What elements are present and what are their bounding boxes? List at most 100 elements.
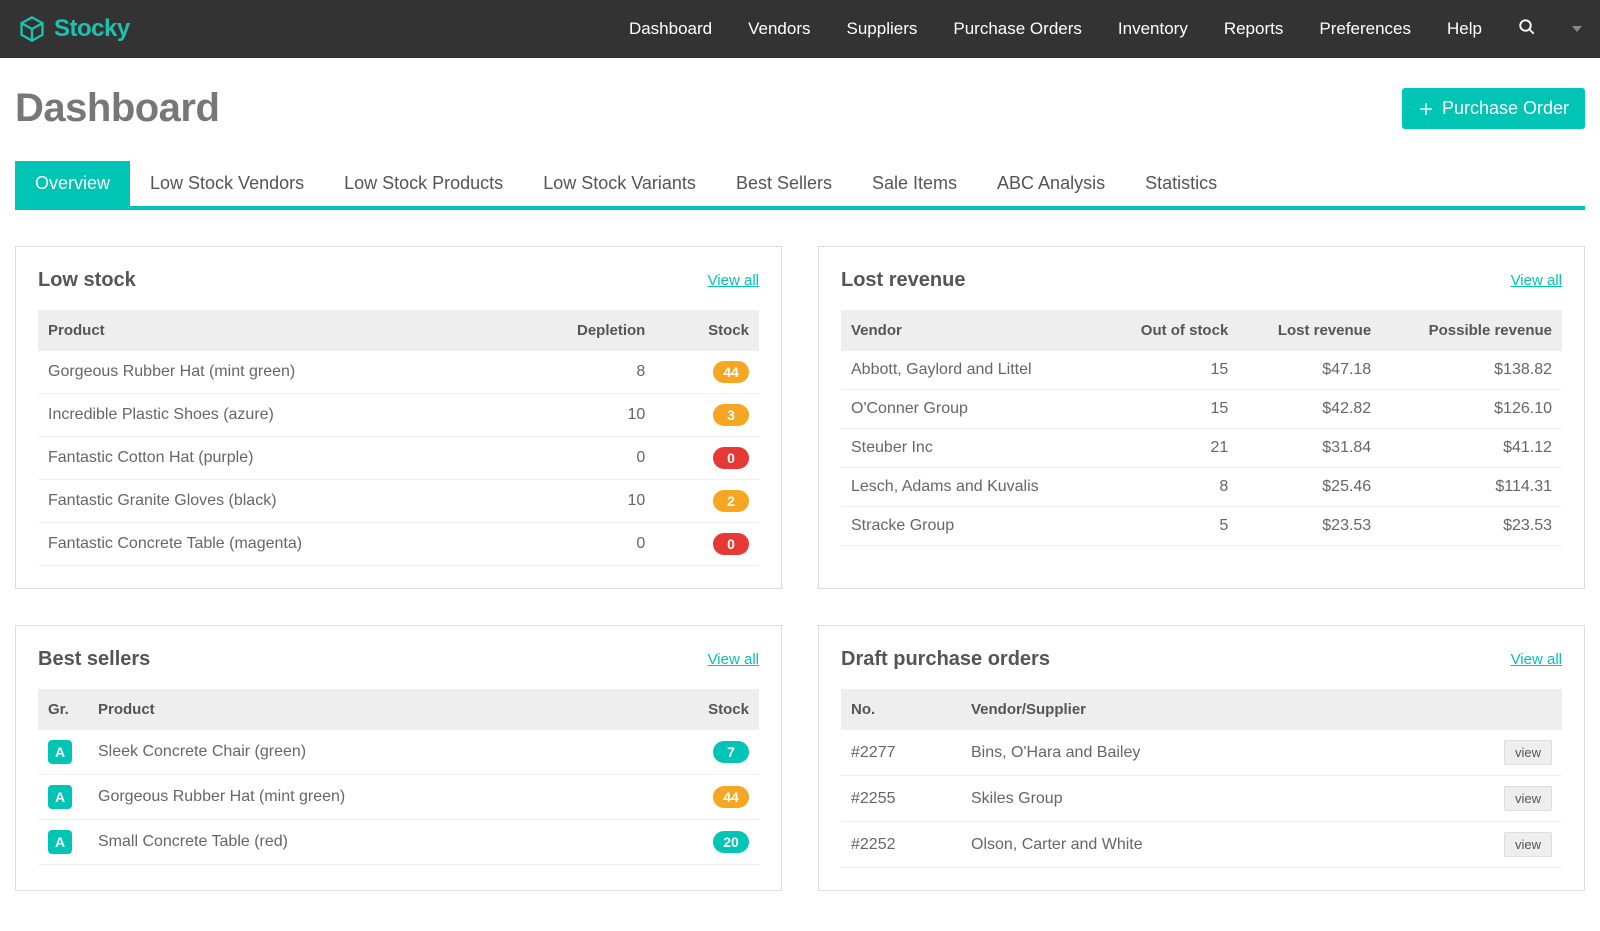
action-cell: view: [1405, 822, 1562, 868]
box-icon: [18, 15, 46, 43]
search-icon[interactable]: [1518, 18, 1536, 40]
page: Dashboard Purchase Order OverviewLow Sto…: [0, 58, 1600, 931]
nav-preferences[interactable]: Preferences: [1319, 19, 1411, 39]
lost-cell: $47.18: [1238, 351, 1381, 390]
card-title: Lost revenue: [841, 269, 965, 292]
out-cell: 5: [1103, 507, 1239, 546]
nav-inventory[interactable]: Inventory: [1118, 19, 1188, 39]
vendor-cell[interactable]: Abbott, Gaylord and Littel: [841, 351, 1103, 390]
tab-best-sellers[interactable]: Best Sellers: [716, 161, 852, 206]
view-all-link[interactable]: View all: [708, 272, 759, 289]
grade-cell: A: [38, 730, 88, 775]
stock-pill: 2: [713, 490, 749, 512]
nav-suppliers[interactable]: Suppliers: [847, 19, 918, 39]
stock-cell: 44: [655, 351, 759, 394]
view-all-link[interactable]: View all: [1511, 272, 1562, 289]
nav-purchase-orders[interactable]: Purchase Orders: [953, 19, 1082, 39]
po-number-cell[interactable]: #2277: [841, 730, 961, 776]
possible-cell: $23.53: [1381, 507, 1562, 546]
action-cell: view: [1405, 730, 1562, 776]
table-row: Incredible Plastic Shoes (azure)10 3: [38, 394, 759, 437]
col-depletion: Depletion: [505, 310, 655, 351]
view-button[interactable]: view: [1504, 832, 1552, 857]
view-all-link[interactable]: View all: [708, 651, 759, 668]
stock-cell: 0: [655, 437, 759, 480]
view-button[interactable]: view: [1504, 786, 1552, 811]
depletion-cell: 10: [505, 394, 655, 437]
lost-cell: $25.46: [1238, 468, 1381, 507]
stock-cell: 20: [635, 820, 759, 865]
lost-cell: $42.82: [1238, 390, 1381, 429]
product-cell[interactable]: Gorgeous Rubber Hat (mint green): [38, 351, 505, 394]
lost-cell: $23.53: [1238, 507, 1381, 546]
table-row: O'Conner Group15$42.82$126.10: [841, 390, 1562, 429]
col-no: No.: [841, 689, 961, 730]
product-cell[interactable]: Fantastic Granite Gloves (black): [38, 480, 505, 523]
product-cell[interactable]: Fantastic Cotton Hat (purple): [38, 437, 505, 480]
stock-pill: 44: [713, 786, 749, 808]
stock-pill: 44: [713, 361, 749, 383]
grade-cell: A: [38, 820, 88, 865]
stock-cell: 44: [635, 775, 759, 820]
nav-help[interactable]: Help: [1447, 19, 1482, 39]
page-title: Dashboard: [15, 86, 219, 131]
vendor-cell[interactable]: Steuber Inc: [841, 429, 1103, 468]
col-stock: Stock: [635, 689, 759, 730]
depletion-cell: 0: [505, 523, 655, 566]
vendor-cell[interactable]: Olson, Carter and White: [961, 822, 1405, 868]
stock-cell: 7: [635, 730, 759, 775]
table-row: Fantastic Cotton Hat (purple)00: [38, 437, 759, 480]
tab-sale-items[interactable]: Sale Items: [852, 161, 977, 206]
card-title: Best sellers: [38, 648, 150, 671]
product-cell[interactable]: Fantastic Concrete Table (magenta): [38, 523, 505, 566]
vendor-cell[interactable]: O'Conner Group: [841, 390, 1103, 429]
brand-name: Stocky: [54, 15, 130, 43]
dashboard-grid: Low stock View all Product Depletion Sto…: [15, 246, 1585, 891]
product-cell[interactable]: Sleek Concrete Chair (green): [88, 730, 635, 775]
tab-statistics[interactable]: Statistics: [1125, 161, 1237, 206]
vendor-cell[interactable]: Skiles Group: [961, 776, 1405, 822]
product-cell[interactable]: Gorgeous Rubber Hat (mint green): [88, 775, 635, 820]
nav-reports[interactable]: Reports: [1224, 19, 1284, 39]
view-button[interactable]: view: [1504, 740, 1552, 765]
stock-pill: 3: [713, 404, 749, 426]
tab-overview[interactable]: Overview: [15, 161, 130, 206]
draft-po-table: No. Vendor/Supplier #2277Bins, O'Hara an…: [841, 689, 1562, 868]
vendor-cell[interactable]: Stracke Group: [841, 507, 1103, 546]
tab-low-stock-variants[interactable]: Low Stock Variants: [523, 161, 716, 206]
new-purchase-order-button[interactable]: Purchase Order: [1402, 88, 1585, 129]
page-header: Dashboard Purchase Order: [15, 86, 1585, 131]
stock-cell: 3: [655, 394, 759, 437]
low-stock-table: Product Depletion Stock Gorgeous Rubber …: [38, 310, 759, 566]
table-row: #2252Olson, Carter and White view: [841, 822, 1562, 868]
depletion-cell: 8: [505, 351, 655, 394]
possible-cell: $114.31: [1381, 468, 1562, 507]
stock-cell: 2: [655, 480, 759, 523]
logo[interactable]: Stocky: [18, 15, 130, 43]
tab-abc-analysis[interactable]: ABC Analysis: [977, 161, 1125, 206]
vendor-cell[interactable]: Bins, O'Hara and Bailey: [961, 730, 1405, 776]
view-all-link[interactable]: View all: [1511, 651, 1562, 668]
out-cell: 15: [1103, 351, 1239, 390]
nav-vendors[interactable]: Vendors: [748, 19, 810, 39]
nav-dashboard[interactable]: Dashboard: [629, 19, 712, 39]
tab-low-stock-products[interactable]: Low Stock Products: [324, 161, 523, 206]
vendor-cell[interactable]: Lesch, Adams and Kuvalis: [841, 468, 1103, 507]
col-out: Out of stock: [1103, 310, 1239, 351]
lost-revenue-card: Lost revenue View all Vendor Out of stoc…: [818, 246, 1585, 589]
possible-cell: $138.82: [1381, 351, 1562, 390]
depletion-cell: 0: [505, 437, 655, 480]
product-cell[interactable]: Small Concrete Table (red): [88, 820, 635, 865]
action-cell: view: [1405, 776, 1562, 822]
chevron-down-icon[interactable]: [1572, 26, 1582, 32]
top-nav: Dashboard Vendors Suppliers Purchase Orders…: [629, 18, 1582, 40]
po-number-cell[interactable]: #2252: [841, 822, 961, 868]
col-vendor: Vendor: [841, 310, 1103, 351]
possible-cell: $41.12: [1381, 429, 1562, 468]
table-row: ASmall Concrete Table (red)20: [38, 820, 759, 865]
tab-low-stock-vendors[interactable]: Low Stock Vendors: [130, 161, 324, 206]
product-cell[interactable]: Incredible Plastic Shoes (azure): [38, 394, 505, 437]
topbar: Stocky Dashboard Vendors Suppliers Purchase…: [0, 0, 1600, 58]
po-number-cell[interactable]: #2255: [841, 776, 961, 822]
lost-cell: $31.84: [1238, 429, 1381, 468]
